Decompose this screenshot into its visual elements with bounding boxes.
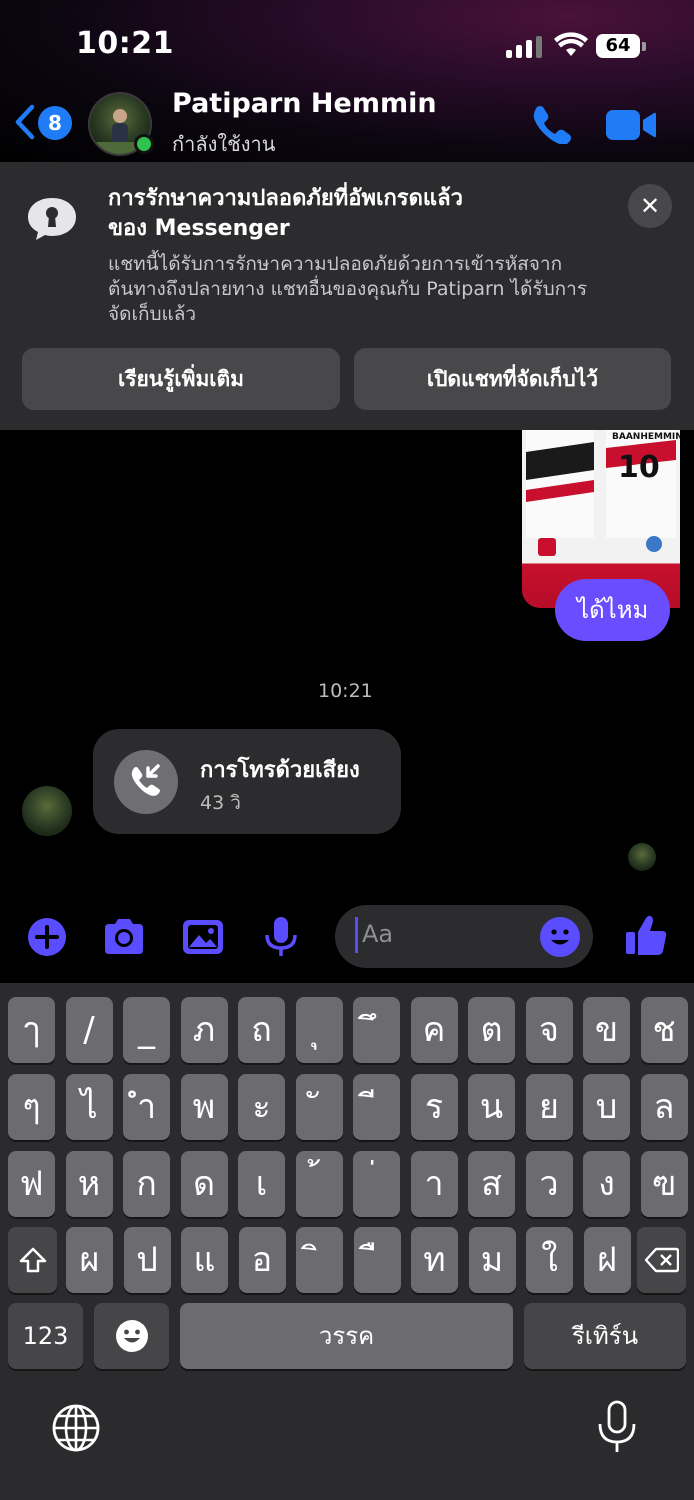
key-row2-3[interactable]: พ — [180, 1074, 228, 1140]
key-row3-3[interactable]: ด — [180, 1151, 228, 1217]
signal-icon — [506, 36, 542, 58]
return-key[interactable]: รีเทิร์น — [524, 1303, 686, 1369]
key-row2-10[interactable]: บ — [583, 1074, 630, 1140]
read-receipt-avatar — [628, 843, 656, 871]
call-title: การโทรด้วยเสียง — [200, 758, 360, 783]
emoji-keyboard-key[interactable] — [94, 1303, 169, 1369]
key-row2-7[interactable]: ร — [410, 1074, 458, 1140]
key-row3-1[interactable]: ห — [65, 1151, 113, 1217]
globe-icon[interactable] — [50, 1402, 102, 1454]
shift-key[interactable] — [8, 1227, 57, 1293]
key-row1-11[interactable]: ช — [640, 997, 688, 1063]
text-cursor — [355, 917, 358, 953]
message-timestamp: 10:21 — [318, 680, 373, 702]
key-row2-5[interactable]: ั — [295, 1074, 343, 1140]
key-row2-9[interactable]: ย — [525, 1074, 573, 1140]
jersey-brand: BAANHEMMIN — [612, 432, 680, 442]
notice-body: แชทนี้ได้รับการรักษาความปลอดภัยด้วยการเข… — [108, 252, 648, 327]
notice-body-line: ต้นทางถึงปลายทาง แชทอื่นของคุณกับ Patipa… — [108, 278, 588, 300]
key-row1-9[interactable]: จ — [525, 997, 573, 1063]
key-row1-0[interactable]: ๅ — [8, 997, 55, 1063]
key-row4-6[interactable]: ท — [411, 1227, 458, 1293]
back-chevron-icon[interactable] — [14, 104, 36, 140]
notice-title-line: ของ Messenger — [108, 216, 290, 241]
key-row3-0[interactable]: ฟ — [8, 1151, 55, 1217]
key-row3-11[interactable]: ฃ — [640, 1151, 688, 1217]
message-input-placeholder: Aa — [362, 920, 394, 948]
contact-name[interactable]: Patiparn Hemmin — [172, 88, 437, 119]
key-row1-5[interactable]: ุ — [295, 997, 343, 1063]
key-row1-7[interactable]: ค — [410, 997, 458, 1063]
incoming-call-icon — [114, 750, 178, 814]
call-duration: 43 วิ — [200, 792, 241, 814]
key-row4-2[interactable]: แ — [181, 1227, 228, 1293]
key-row2-2[interactable]: ำ — [123, 1074, 170, 1140]
notice-body-line: แชทนี้ได้รับการรักษาความปลอดภัยด้วยการเข… — [108, 253, 563, 275]
sender-avatar[interactable] — [22, 786, 72, 836]
gallery-icon[interactable] — [180, 914, 226, 960]
key-row3-7[interactable]: า — [410, 1151, 458, 1217]
key-row3-4[interactable]: เ — [238, 1151, 285, 1217]
key-row4-3[interactable]: อ — [238, 1227, 286, 1293]
key-row4-1[interactable]: ป — [123, 1227, 171, 1293]
key-row3-8[interactable]: ส — [468, 1151, 515, 1217]
learn-more-button[interactable]: เรียนรู้เพิ่มเติม — [22, 348, 340, 410]
dictation-microphone-icon[interactable] — [596, 1400, 638, 1456]
key-row3-2[interactable]: ก — [123, 1151, 170, 1217]
battery-indicator: 64 — [596, 34, 640, 58]
key-row1-4[interactable]: ถ — [238, 997, 285, 1063]
key-row1-1[interactable]: / — [65, 997, 113, 1063]
key-row1-8[interactable]: ต — [468, 997, 515, 1063]
wifi-icon — [554, 32, 588, 56]
key-row3-5[interactable]: ้ — [295, 1151, 343, 1217]
voice-call-icon[interactable] — [530, 104, 572, 144]
key-row4-8[interactable]: ใ — [526, 1227, 573, 1293]
key-row4-5[interactable]: ื — [353, 1227, 401, 1293]
backspace-key[interactable] — [637, 1227, 686, 1293]
notice-title: การรักษาความปลอดภัยที่อัพเกรดแล้ว ของ Me… — [108, 184, 528, 244]
battery-nub — [642, 42, 646, 51]
key-row2-4[interactable]: ะ — [238, 1074, 285, 1140]
key-row1-6[interactable]: ึ — [353, 997, 400, 1063]
key-row2-11[interactable]: ล — [640, 1074, 688, 1140]
key-row4-0[interactable]: ผ — [66, 1227, 113, 1293]
space-key[interactable]: วรรค — [180, 1303, 513, 1369]
contact-status: กำลังใช้งาน — [172, 132, 276, 156]
key-row3-6[interactable]: ่ — [353, 1151, 400, 1217]
numbers-key[interactable]: 123 — [8, 1303, 83, 1369]
plus-icon[interactable] — [24, 914, 70, 960]
status-time: 10:21 — [76, 26, 174, 61]
key-row1-10[interactable]: ข — [583, 997, 630, 1063]
key-row3-9[interactable]: ว — [525, 1151, 573, 1217]
jersey-number: 10 — [618, 450, 660, 485]
key-row2-6[interactable]: ี — [353, 1074, 400, 1140]
close-notice-button[interactable]: ✕ — [628, 184, 672, 228]
key-row1-3[interactable]: ภ — [180, 997, 228, 1063]
key-row3-10[interactable]: ง — [583, 1151, 630, 1217]
key-row2-8[interactable]: น — [468, 1074, 515, 1140]
thumbs-up-icon[interactable] — [624, 912, 668, 958]
notice-title-line: การรักษาความปลอดภัยที่อัพเกรดแล้ว — [108, 186, 463, 211]
camera-icon[interactable] — [101, 914, 147, 960]
unread-count-badge[interactable]: 8 — [38, 106, 72, 140]
key-row4-9[interactable]: ฝ — [583, 1227, 631, 1293]
video-call-icon[interactable] — [606, 108, 656, 142]
online-status-dot — [134, 134, 154, 154]
key-row2-1[interactable]: ไ — [65, 1074, 113, 1140]
key-row2-0[interactable]: ๆ — [8, 1074, 55, 1140]
key-row1-2[interactable]: _ — [123, 997, 170, 1063]
microphone-icon[interactable] — [258, 914, 304, 960]
notice-body-line: จัดเก็บแล้ว — [108, 303, 197, 325]
key-row4-7[interactable]: ม — [468, 1227, 516, 1293]
emoji-icon[interactable] — [540, 917, 580, 957]
lock-message-icon — [28, 198, 76, 240]
outgoing-message-bubble[interactable]: ได้ไหม — [555, 579, 671, 641]
open-archived-chats-button[interactable]: เปิดแชทที่จัดเก็บไว้ — [354, 348, 671, 410]
key-row4-4[interactable]: ิ — [296, 1227, 343, 1293]
